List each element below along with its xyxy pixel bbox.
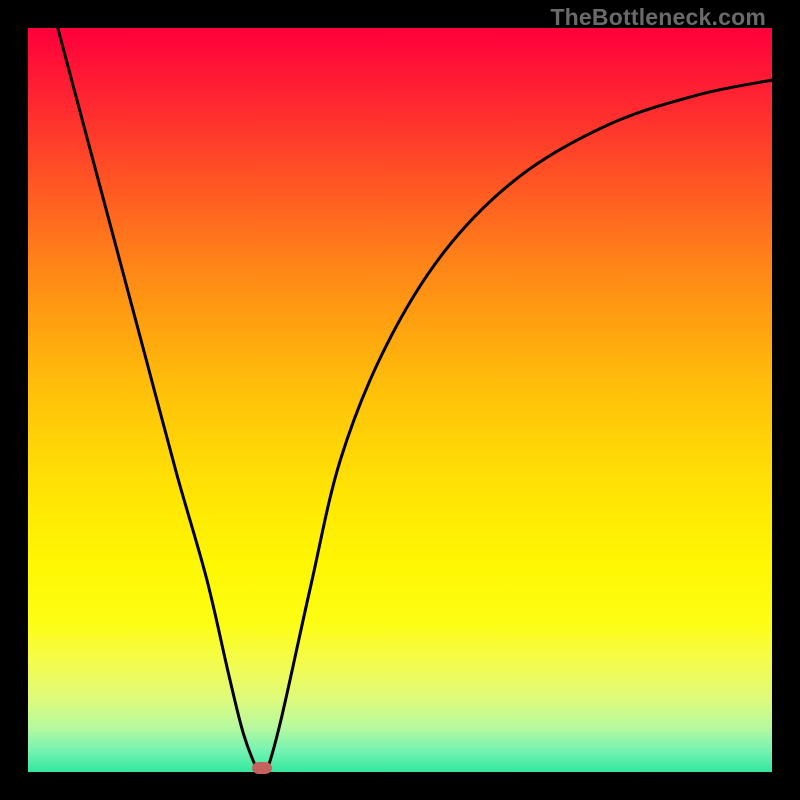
optimal-point-marker (252, 762, 272, 774)
chart-frame (28, 28, 772, 772)
watermark-text: TheBottleneck.com (550, 4, 766, 31)
bottleneck-curve (28, 28, 772, 772)
